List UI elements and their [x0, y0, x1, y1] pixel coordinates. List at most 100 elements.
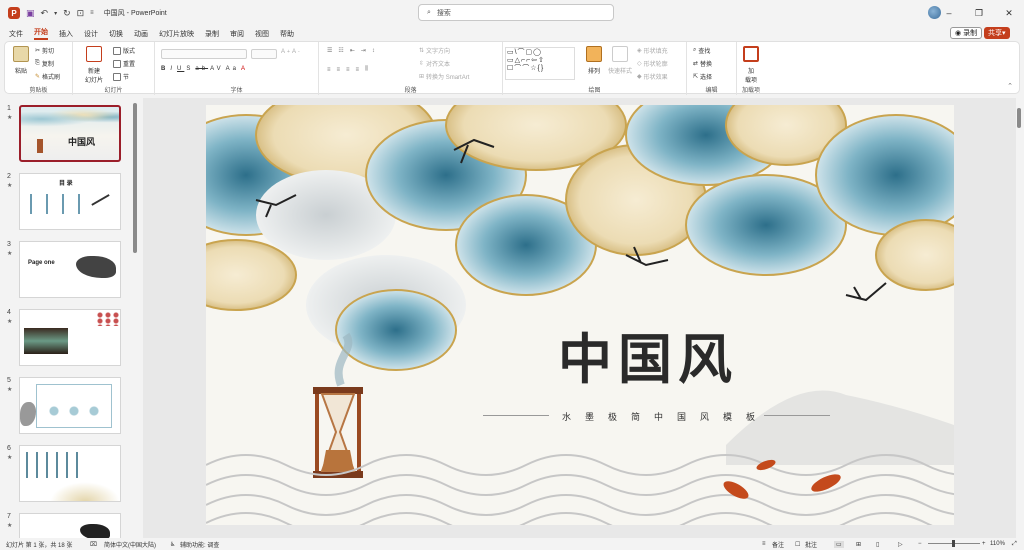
- spellcheck-icon[interactable]: ⌧: [90, 541, 97, 548]
- slide-thumbnail-3[interactable]: 3 ★ Page one: [0, 241, 140, 303]
- comments-button[interactable]: 批注: [805, 540, 817, 549]
- reading-view-icon[interactable]: ▯: [876, 541, 879, 548]
- arrange-button[interactable]: 排列: [585, 46, 603, 75]
- accessibility-icon[interactable]: ♿: [170, 541, 175, 548]
- fit-slide-icon[interactable]: ⤢: [1012, 541, 1017, 548]
- strike-icon[interactable]: ab: [195, 66, 208, 72]
- close-icon[interactable]: ✕: [994, 8, 1024, 19]
- tab-insert[interactable]: 插入: [59, 29, 73, 39]
- select-button[interactable]: ⇱ 选择: [693, 72, 712, 81]
- addins-button[interactable]: 加 载项: [741, 46, 761, 84]
- slide-thumbnail-2[interactable]: 2 ★ 目 录: [0, 173, 140, 235]
- replace-button[interactable]: ⇄ 替换: [693, 59, 712, 68]
- autosave-icon[interactable]: ▣: [26, 8, 35, 19]
- line-spacing-icon[interactable]: ↕: [372, 48, 379, 54]
- outdent-icon[interactable]: ⇥: [361, 47, 370, 54]
- slide-1[interactable]: 中国风 水墨极简中国风模板: [206, 105, 954, 525]
- align-right-icon[interactable]: ≡: [346, 67, 354, 73]
- font-size-select[interactable]: [251, 49, 277, 59]
- slide-thumbnail-7[interactable]: 7 ★: [0, 513, 140, 538]
- cut-button[interactable]: ✂ 剪切: [35, 46, 54, 55]
- search-box[interactable]: ⌕ 搜索: [418, 4, 614, 21]
- normal-view-icon[interactable]: ▭: [834, 540, 844, 548]
- italic-icon[interactable]: I: [170, 66, 175, 72]
- justify-icon[interactable]: ≡: [356, 67, 364, 73]
- underline-icon[interactable]: U: [177, 66, 184, 72]
- list-buttons[interactable]: ☰ ☷ ⇤ ⇥ ↕: [327, 47, 379, 55]
- reset-button[interactable]: 重置: [113, 59, 135, 68]
- tab-transitions[interactable]: 切换: [109, 29, 123, 39]
- notes-icon[interactable]: ≡: [762, 541, 766, 547]
- zoom-level[interactable]: 110%: [990, 541, 1005, 547]
- slide-sorter-icon[interactable]: ⊞: [856, 541, 861, 548]
- slide-thumbnail-5[interactable]: 5 ★: [0, 377, 140, 439]
- bullets-icon[interactable]: ☰: [327, 47, 336, 54]
- tab-design[interactable]: 设计: [84, 29, 98, 39]
- undo-icon[interactable]: ↶: [41, 8, 49, 19]
- language-indicator[interactable]: 简体中文(中国大陆): [104, 540, 156, 549]
- find-button[interactable]: ⌕ 查找: [693, 46, 710, 55]
- tab-file[interactable]: 文件: [9, 29, 23, 39]
- layout-button[interactable]: 版式: [113, 46, 135, 55]
- shape-outline-button[interactable]: ◇ 形状轮廓: [637, 59, 668, 68]
- font-name-select[interactable]: [161, 49, 247, 59]
- customize-toolbar-icon[interactable]: ≡: [90, 10, 94, 16]
- record-button[interactable]: ◉ 录制: [950, 27, 983, 39]
- smartart-button[interactable]: ⊞ 转换为 SmartArt: [419, 72, 469, 81]
- align-buttons[interactable]: ≡ ≡ ≡ ≡ ⫼: [327, 66, 372, 73]
- undo-dropdown-icon[interactable]: ▾: [54, 10, 57, 17]
- quick-styles-button[interactable]: 快速样式: [607, 46, 633, 75]
- section-button[interactable]: 节: [113, 72, 129, 81]
- zoom-slider-thumb[interactable]: [952, 540, 955, 547]
- slide-subtitle[interactable]: 水墨极简中国风模板: [562, 410, 769, 423]
- comments-icon[interactable]: ☐: [795, 541, 800, 548]
- collapse-ribbon-icon[interactable]: ⌃: [1007, 82, 1013, 90]
- thumbnails-scrollbar[interactable]: [133, 103, 137, 253]
- font-color-icon[interactable]: A: [241, 66, 248, 72]
- tab-animations[interactable]: 动画: [134, 29, 148, 39]
- tab-view[interactable]: 视图: [255, 29, 269, 39]
- tab-record[interactable]: 录制: [205, 29, 219, 39]
- tab-home[interactable]: 开始: [34, 27, 48, 40]
- numbering-icon[interactable]: ☷: [338, 47, 347, 54]
- slideshow-icon[interactable]: ▷: [898, 541, 903, 548]
- indent-icon[interactable]: ⇤: [350, 47, 359, 54]
- format-painter-button[interactable]: ✎ 格式刷: [35, 72, 60, 81]
- slide-thumbnail-6[interactable]: 6 ★: [0, 445, 140, 507]
- shape-effects-button[interactable]: ◆ 形状效果: [637, 72, 668, 81]
- slide-thumbnail-1[interactable]: 1 ★ 中国风: [0, 105, 140, 167]
- tab-slideshow[interactable]: 幻灯片放映: [159, 29, 194, 39]
- char-spacing-icon[interactable]: AV: [210, 66, 224, 72]
- align-text-button[interactable]: ⇳ 对齐文本: [419, 59, 450, 68]
- slide-title[interactable]: 中国风: [558, 315, 738, 394]
- redo-icon[interactable]: ↻: [63, 8, 71, 19]
- text-direction-button[interactable]: ⇅ 文字方向: [419, 46, 450, 55]
- strikethrough-icon[interactable]: S: [186, 66, 193, 72]
- columns-icon[interactable]: ⫼: [365, 66, 372, 73]
- search-placeholder: 搜索: [436, 9, 451, 17]
- bold-icon[interactable]: B: [161, 66, 168, 72]
- align-text-label: 对齐文本: [426, 62, 451, 68]
- accessibility-status[interactable]: 辅助功能: 调查: [180, 540, 219, 549]
- tab-review[interactable]: 审阅: [230, 29, 244, 39]
- copy-button[interactable]: ⎘ 复制: [35, 59, 54, 68]
- present-icon[interactable]: ⊡: [77, 8, 85, 19]
- minimize-icon[interactable]: –: [934, 8, 964, 18]
- tab-help[interactable]: 帮助: [280, 29, 294, 39]
- align-left-icon[interactable]: ≡: [327, 67, 335, 73]
- canvas-scrollbar[interactable]: [1017, 108, 1021, 128]
- shape-fill-button[interactable]: ◈ 形状填充: [637, 46, 668, 55]
- notes-button[interactable]: 备注: [772, 540, 784, 549]
- shapes-gallery[interactable]: ▭\⌒▢◯ ▭△⌐⌐⇦⇧ ☐⌒⌒☆{}: [505, 47, 575, 80]
- font-grow-icon[interactable]: A + A-: [281, 49, 300, 55]
- align-center-icon[interactable]: ≡: [337, 67, 345, 73]
- new-slide-button[interactable]: 新建 幻灯片: [81, 46, 107, 84]
- restore-icon[interactable]: ❐: [964, 8, 994, 19]
- zoom-out-icon[interactable]: −: [918, 541, 922, 547]
- share-button[interactable]: 共享 ▾: [984, 27, 1010, 39]
- paste-button[interactable]: 粘贴: [11, 46, 31, 75]
- change-case-icon[interactable]: Aa: [226, 66, 239, 72]
- font-format-buttons[interactable]: B I U S ab AV Aa A: [161, 66, 248, 72]
- slide-thumbnail-4[interactable]: 4 ★: [0, 309, 140, 371]
- zoom-in-icon[interactable]: +: [982, 541, 986, 547]
